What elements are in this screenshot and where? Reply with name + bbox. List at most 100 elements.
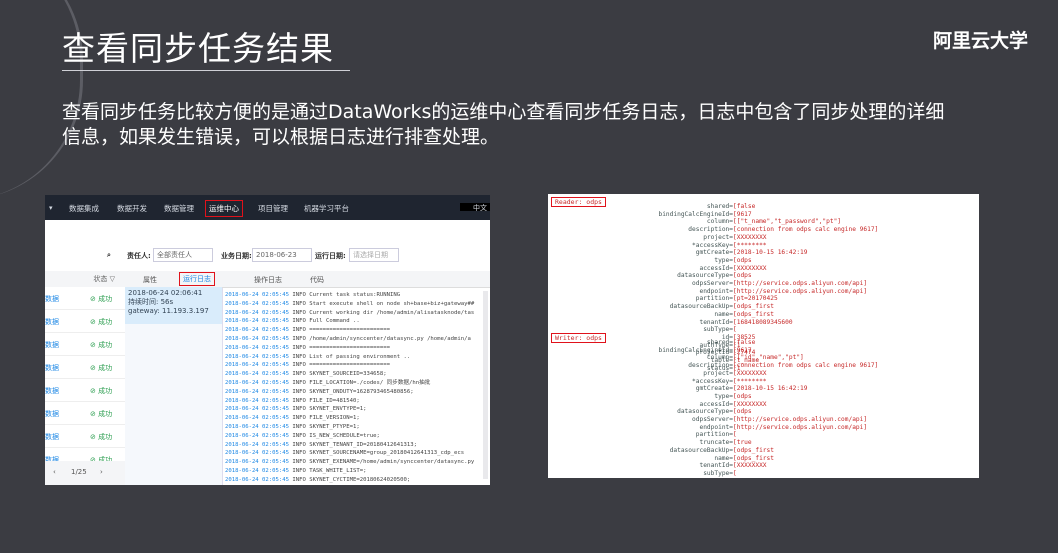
search-icon[interactable]: ⌕: [107, 251, 111, 260]
config-value: [9617: [733, 210, 752, 218]
config-value: [false: [733, 339, 756, 346]
config-value: [["t_name","t_password","pt"]: [733, 218, 842, 226]
instance-row[interactable]: 数据 ⊘ 成功: [45, 333, 125, 356]
config-key: type=: [714, 256, 733, 264]
tab-code[interactable]: 代码: [310, 275, 324, 285]
rundate-picker[interactable]: 请选择日期: [349, 248, 399, 262]
config-value: [9617: [733, 346, 752, 354]
config-key: description=: [688, 362, 733, 370]
log-message: INFO ========================: [292, 327, 391, 334]
config-entry: *accessKey=[********: [548, 378, 979, 386]
config-key: bindingCalcEngineId=: [658, 346, 733, 354]
config-value: [odps: [733, 408, 752, 416]
log-line: 2018-06-24 02:05:45 INFO SKYNET_PTYPE=1;: [225, 423, 482, 432]
config-entry: name=[odps_first: [548, 455, 979, 463]
config-entry: name=[odps_first: [548, 311, 979, 319]
log-timestamp: 2018-06-24 02:05:45: [225, 450, 293, 457]
instance-name[interactable]: 数据: [45, 386, 59, 396]
log-line: 2018-06-24 02:05:45 INFO Current task st…: [225, 291, 482, 300]
config-entry: column=[["id","name","pt"]: [548, 354, 979, 362]
owner-select[interactable]: 全部责任人: [153, 248, 213, 262]
slide-title: 查看同步任务结果: [62, 29, 334, 68]
nav-data-management[interactable]: 数据管理: [164, 203, 194, 214]
instance-row[interactable]: 数据 ⊘ 成功: [45, 287, 125, 310]
config-value: [XXXXXXXX: [733, 400, 767, 408]
config-key: column=: [706, 218, 733, 226]
config-key: datasourceBackUp=: [669, 446, 733, 454]
log-message: INFO ========================: [292, 362, 391, 369]
config-value: [2018-10-15 16:42:19: [733, 385, 808, 393]
bizdate-picker[interactable]: 2018-06-23: [252, 248, 312, 262]
nav-ops-center[interactable]: 运维中心: [205, 200, 243, 217]
tab-operation-log[interactable]: 操作日志: [254, 275, 282, 285]
config-entry: odpsServer=[http://service.odps.aliyun.c…: [548, 280, 979, 288]
status-badge: ⊘ 成功: [90, 410, 113, 418]
config-value: [XXXXXXXX: [733, 462, 767, 470]
config-log-screenshot: Reader: odps shared=[false bindingCalcEng…: [548, 194, 979, 478]
log-timestamp: 2018-06-24 02:05:45: [225, 309, 293, 316]
config-key: gmtCreate=: [695, 249, 733, 257]
config-value: [pt=20170425: [733, 295, 778, 303]
instance-row[interactable]: 数据 ⊘ 成功: [45, 379, 125, 402]
instance-name[interactable]: 数据: [45, 432, 59, 442]
log-line: 2018-06-24 02:05:45 INFO SKYNET_SOURCEID…: [225, 370, 482, 379]
log-line: 2018-06-24 02:05:45 INFO SKYNET_ENVTYPE=…: [225, 405, 482, 414]
log-message: INFO SKYNET_TENANT_ID=20180412641313;: [292, 441, 417, 448]
menu-icon[interactable]: ▾: [49, 204, 53, 212]
brand-logo-text: 阿里云大学: [932, 30, 1028, 52]
config-key: odpsServer=: [692, 416, 733, 424]
config-value: [odps_first: [733, 310, 774, 318]
nav-project-management[interactable]: 项目管理: [258, 203, 288, 214]
config-key: name=: [714, 454, 733, 462]
config-entry: type=[odps: [548, 393, 979, 401]
config-entry: datasourceBackUp=[odps_first: [548, 447, 979, 455]
config-entry: type=[odps: [548, 257, 979, 265]
config-key: project=: [703, 369, 733, 377]
log-timestamp: 2018-06-24 02:05:45: [225, 476, 293, 483]
config-entry: gmtCreate=[2018-10-15 16:42:19: [548, 249, 979, 257]
config-key: endpoint=: [699, 423, 733, 431]
status-badge: ⊘ 成功: [90, 295, 113, 303]
config-entry: partition=[: [548, 431, 979, 439]
config-key: odpsServer=: [692, 280, 733, 288]
config-entry: accessId=[XXXXXXXX: [548, 401, 979, 409]
config-value: [XXXXXXXX: [733, 233, 767, 241]
config-entry: datasourceBackUp=[odps_first: [548, 303, 979, 311]
instance-name[interactable]: 数据: [45, 340, 59, 350]
config-entry: description=[connection from odps calc e…: [548, 226, 979, 234]
log-timestamp: 2018-06-24 02:05:45: [225, 441, 293, 448]
log-scrollbar[interactable]: [483, 291, 488, 479]
config-key: partition=: [695, 431, 733, 439]
instance-name[interactable]: 数据: [45, 409, 59, 419]
tab-properties[interactable]: 属性: [143, 275, 157, 285]
nav-data-integration[interactable]: 数据集成: [69, 203, 99, 214]
instance-name[interactable]: 数据: [45, 317, 59, 327]
prev-page-icon[interactable]: ‹: [53, 468, 56, 476]
log-message: INFO Start execute shell on node sh+base…: [292, 300, 475, 307]
pagination: ‹ 1/25 ›: [45, 461, 125, 485]
config-value: [: [733, 431, 737, 439]
instance-name[interactable]: 数据: [45, 294, 59, 304]
status-column-header[interactable]: 状态 ▽: [45, 271, 125, 287]
config-key: datasourceType=: [677, 408, 733, 416]
config-entry: gmtCreate=[2018-10-15 16:42:19: [548, 385, 979, 393]
nav-machine-learning[interactable]: 机器学习平台: [304, 203, 349, 214]
instance-row[interactable]: 数据 ⊘ 成功: [45, 425, 125, 448]
instance-row[interactable]: 数据 ⊘ 成功: [45, 310, 125, 333]
config-value: [["id","name","pt"]: [733, 354, 804, 362]
log-timestamp: 2018-06-24 02:05:45: [225, 388, 293, 395]
config-entry: tenantId=[168418089345600: [548, 319, 979, 327]
language-switch[interactable]: 中文: [473, 203, 487, 213]
config-value: [XXXXXXXX: [733, 264, 767, 272]
instance-row[interactable]: 数据 ⊘ 成功: [45, 402, 125, 425]
log-message: INFO ========================: [292, 344, 391, 351]
detail-tabs: 属性 运行日志: [125, 271, 222, 287]
next-page-icon[interactable]: ›: [100, 468, 103, 476]
writer-config: shared=[false bindingCalcEngineId=[9617 co…: [548, 339, 979, 478]
instance-name[interactable]: 数据: [45, 363, 59, 373]
log-message: INFO Current working dir /home/admin/ali…: [292, 309, 475, 316]
tab-run-log[interactable]: 运行日志: [179, 272, 215, 286]
config-key: *accessKey=: [692, 241, 733, 249]
instance-row[interactable]: 数据 ⊘ 成功: [45, 356, 125, 379]
nav-data-development[interactable]: 数据开发: [117, 203, 147, 214]
